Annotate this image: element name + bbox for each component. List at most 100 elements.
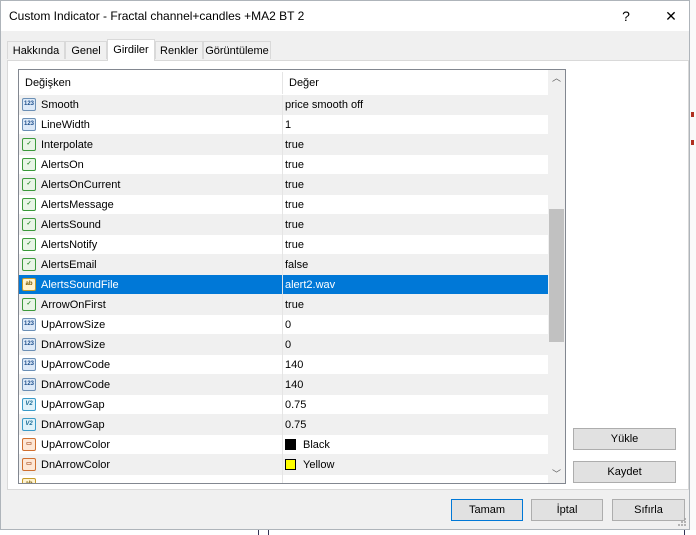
grid-row[interactable]: 123 DnArrowSize 0 — [19, 335, 548, 355]
variable-name: AlertsMessage — [41, 199, 114, 211]
boolean-icon: ✓ — [22, 158, 36, 171]
grid-row[interactable]: ✓ AlertsOnCurrent true — [19, 175, 548, 195]
variable-value[interactable]: 0.75 — [285, 395, 306, 415]
grid-row[interactable]: V2 UpArrowGap 0.75 — [19, 395, 548, 415]
number-icon: 123 — [22, 98, 36, 111]
scroll-up-icon[interactable]: ︿ — [548, 70, 565, 87]
grid-row[interactable]: 123 Smooth price smooth off — [19, 95, 548, 115]
chart-mark — [691, 140, 694, 145]
number-icon: 123 — [22, 358, 36, 371]
variable-value[interactable]: 140 — [285, 375, 303, 395]
cell-divider — [282, 415, 283, 435]
cell-divider — [282, 395, 283, 415]
grid-row[interactable]: ✓ AlertsMessage true — [19, 195, 548, 215]
variable-value[interactable]: true — [285, 195, 304, 215]
grid-row[interactable]: ✓ ArrowOnFirst true — [19, 295, 548, 315]
grid-row[interactable]: 123 UpArrowCode 140 — [19, 355, 548, 375]
tab-girdiler[interactable]: Girdiler — [107, 39, 155, 61]
grid-row[interactable]: ▭ DnArrowColor Yellow — [19, 455, 548, 475]
grid-row[interactable]: ✓ AlertsSound true — [19, 215, 548, 235]
grid-row[interactable]: 123 UpArrowSize 0 — [19, 315, 548, 335]
variable-value[interactable]: true — [285, 215, 304, 235]
grid-row[interactable]: ab AlertsSoundFile alert2.wav — [19, 275, 548, 295]
grid-row[interactable]: 123 LineWidth 1 — [19, 115, 548, 135]
inputs-grid: Değişken Değer 123 Smooth price smooth off… — [18, 69, 566, 484]
scroll-down-icon[interactable]: ﹀ — [548, 466, 565, 483]
variable-value[interactable]: 0 — [285, 335, 291, 355]
boolean-icon: ✓ — [22, 218, 36, 231]
variable-value[interactable]: 1 — [285, 115, 291, 135]
column-divider[interactable] — [282, 72, 283, 94]
cell-divider — [282, 355, 283, 375]
grid-row[interactable]: ✓ AlertsOn true — [19, 155, 548, 175]
variable-value[interactable]: false — [285, 255, 308, 275]
variable-value[interactable]: true — [285, 155, 304, 175]
reset-button[interactable]: Sıfırla — [612, 499, 685, 521]
variable-value[interactable]: true — [285, 235, 304, 255]
grid-row[interactable]: ✓ AlertsNotify true — [19, 235, 548, 255]
window-title: Custom Indicator - Fractal channel+candl… — [9, 9, 305, 23]
background-chart-edge — [690, 0, 696, 535]
boolean-icon: ✓ — [22, 238, 36, 251]
number-icon: 123 — [22, 318, 36, 331]
tab-genel[interactable]: Genel — [65, 41, 107, 59]
cell-divider — [282, 235, 283, 255]
grid-row[interactable]: 123 DnArrowCode 140 — [19, 375, 548, 395]
grid-row[interactable]: ✓ AlertsEmail false — [19, 255, 548, 275]
chart-mark — [691, 112, 694, 117]
scroll-thumb[interactable] — [549, 209, 564, 342]
color-swatch — [285, 459, 296, 470]
number-icon: 123 — [22, 338, 36, 351]
variable-name: ArrowOnFirst — [41, 299, 106, 311]
grid-row[interactable]: ✓ Interpolate true — [19, 135, 548, 155]
grid-row[interactable]: ▭ UpArrowColor Black — [19, 435, 548, 455]
boolean-icon: ✓ — [22, 298, 36, 311]
column-header-name[interactable]: Değişken — [25, 70, 71, 96]
grid-row[interactable]: ab — [19, 475, 548, 483]
variable-value[interactable]: 140 — [285, 355, 303, 375]
variable-name: DnArrowCode — [41, 379, 111, 391]
background-chart-bottom — [0, 530, 696, 535]
variable-name: AlertsOn — [41, 159, 84, 171]
boolean-icon: ✓ — [22, 138, 36, 151]
vertical-scrollbar[interactable]: ︿ ﹀ — [548, 70, 565, 483]
variable-name: UpArrowCode — [41, 359, 111, 371]
grid-row[interactable]: V2 DnArrowGap 0.75 — [19, 415, 548, 435]
cancel-button[interactable]: İptal — [531, 499, 603, 521]
close-button[interactable]: ✕ — [656, 5, 686, 27]
dialog-window: Custom Indicator - Fractal channel+candl… — [0, 0, 690, 530]
tab-hakkinda[interactable]: Hakkında — [7, 41, 65, 59]
variable-name: AlertsOnCurrent — [41, 179, 121, 191]
save-button[interactable]: Kaydet — [573, 461, 676, 483]
boolean-icon: ✓ — [22, 258, 36, 271]
variable-value[interactable]: 0 — [285, 315, 291, 335]
cell-divider — [282, 295, 283, 315]
color-icon: ▭ — [22, 438, 36, 451]
variable-name: DnArrowColor — [41, 459, 111, 471]
string-icon: ab — [22, 478, 36, 483]
variable-value[interactable]: Black — [303, 435, 330, 455]
boolean-icon: ✓ — [22, 178, 36, 191]
variable-value[interactable]: true — [285, 175, 304, 195]
help-button[interactable]: ? — [611, 5, 641, 27]
boolean-icon: ✓ — [22, 198, 36, 211]
cell-divider — [282, 195, 283, 215]
cell-divider — [282, 375, 283, 395]
chart-tick — [684, 530, 685, 535]
variable-value[interactable]: true — [285, 135, 304, 155]
color-icon: ▭ — [22, 458, 36, 471]
variable-value[interactable]: true — [285, 295, 304, 315]
load-button[interactable]: Yükle — [573, 428, 676, 450]
column-header-value[interactable]: Değer — [289, 70, 319, 96]
variable-value[interactable]: 0.75 — [285, 415, 306, 435]
tab-renkler[interactable]: Renkler — [155, 41, 203, 59]
tab-goruntuleme[interactable]: Görüntüleme — [203, 41, 271, 59]
variable-value[interactable]: alert2.wav — [285, 275, 335, 295]
cell-divider — [282, 435, 283, 455]
ok-button[interactable]: Tamam — [451, 499, 523, 521]
variable-value[interactable]: Yellow — [303, 455, 334, 475]
cell-divider — [282, 255, 283, 275]
variable-value[interactable]: price smooth off — [285, 95, 363, 115]
resize-grip-icon[interactable] — [677, 517, 687, 527]
variable-name: UpArrowColor — [41, 439, 111, 451]
